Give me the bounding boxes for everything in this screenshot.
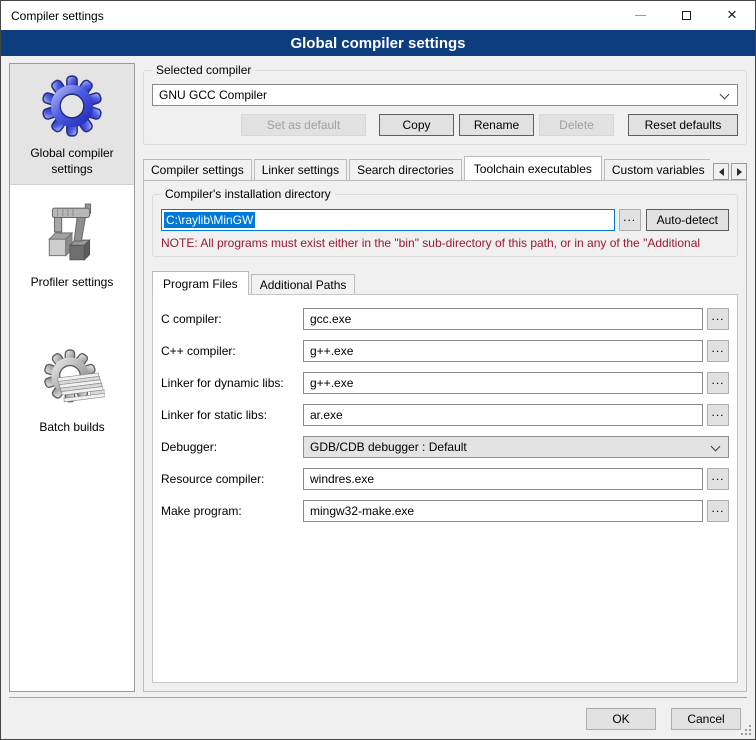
selected-compiler-group: Selected compiler GNU GCC Compiler Set a… (143, 70, 747, 145)
chevron-down-icon (720, 90, 730, 100)
compiler-settings-dialog: Compiler settings × Global compiler sett… (0, 0, 756, 740)
program-files-page: C compiler: gcc.exe ... C++ compiler: g+… (152, 294, 738, 683)
chevron-down-icon (711, 442, 721, 452)
sidebar-item-label: Batch builds (39, 420, 104, 436)
close-button[interactable]: × (709, 1, 755, 30)
sidebar-item-label: Profiler settings (31, 275, 114, 291)
main-panel: Selected compiler GNU GCC Compiler Set a… (143, 63, 747, 692)
compiler-select-value: GNU GCC Compiler (159, 88, 267, 102)
ok-button[interactable]: OK (586, 708, 656, 730)
installation-directory-browse-button[interactable]: ... (619, 209, 641, 231)
arrow-right-icon (737, 168, 742, 176)
program-field-label: Debugger: (161, 440, 303, 454)
tab-search-directories[interactable]: Search directories (349, 159, 462, 180)
settings-category-list: Global compiler settings Profiler settin… (9, 63, 135, 692)
program-field-label: C compiler: (161, 312, 303, 326)
installation-directory-label: Compiler's installation directory (161, 187, 335, 201)
tab-scroll-right-button[interactable] (731, 163, 747, 180)
program-field-row: Linker for dynamic libs: g++.exe ... (161, 372, 729, 394)
tab-custom-variables[interactable]: Custom variables (604, 159, 710, 180)
arrow-left-icon (719, 168, 724, 176)
settings-tabs: Compiler settingsLinker settingsSearch d… (143, 156, 710, 180)
program-field-browse-button[interactable]: ... (707, 468, 729, 490)
program-field-label: Linker for static libs: (161, 408, 303, 422)
program-field-label: Resource compiler: (161, 472, 303, 486)
program-field-browse-button[interactable]: ... (707, 372, 729, 394)
program-field-row: Resource compiler: windres.exe ... (161, 468, 729, 490)
dialog-banner: Global compiler settings (1, 30, 755, 56)
program-field-browse-button[interactable]: ... (707, 308, 729, 330)
program-field-label: Linker for dynamic libs: (161, 376, 303, 390)
selected-compiler-label: Selected compiler (152, 63, 255, 77)
debugger-select[interactable]: GDB/CDB debugger : Default (303, 436, 729, 458)
installation-directory-input[interactable]: C:\raylib\MinGW (161, 209, 615, 231)
program-field-label: Make program: (161, 504, 303, 518)
profiler-icon (39, 202, 105, 268)
set-as-default-button[interactable]: Set as default (241, 114, 366, 136)
auto-detect-button[interactable]: Auto-detect (646, 209, 729, 231)
resize-grip[interactable] (739, 723, 753, 737)
make-program-input[interactable]: mingw32-make.exe (303, 500, 703, 522)
program-field-row: C compiler: gcc.exe ... (161, 308, 729, 330)
maximize-button[interactable] (663, 1, 709, 30)
tab-scroll-left-button[interactable] (713, 163, 729, 180)
program-field-row: Make program: mingw32-make.exe ... (161, 500, 729, 522)
compiler-select[interactable]: GNU GCC Compiler (152, 84, 738, 106)
tab-linker-settings[interactable]: Linker settings (254, 159, 347, 180)
cancel-button[interactable]: Cancel (671, 708, 741, 730)
programs-subtabstrip: Program FilesAdditional Paths (152, 270, 738, 294)
program-field-browse-button[interactable]: ... (707, 500, 729, 522)
footer: OK Cancel (1, 698, 755, 739)
tab-compiler-settings[interactable]: Compiler settings (143, 159, 252, 180)
tab-scroll-arrows (713, 163, 747, 180)
program-field-browse-button[interactable]: ... (707, 404, 729, 426)
c-compiler-input[interactable]: g++.exe (303, 340, 703, 362)
titlebar: Compiler settings × (1, 1, 755, 30)
program-field-value: GDB/CDB debugger : Default (310, 440, 467, 454)
sidebar-item-profiler-settings[interactable]: Profiler settings (10, 193, 134, 298)
subtab-additional-paths[interactable]: Additional Paths (251, 274, 356, 294)
program-field-row: C++ compiler: g++.exe ... (161, 340, 729, 362)
sidebar-item-global-compiler-settings[interactable]: Global compiler settings (10, 64, 134, 185)
linker-for-static-libs-input[interactable]: ar.exe (303, 404, 703, 426)
subtab-program-files[interactable]: Program Files (152, 271, 249, 295)
minimize-button[interactable] (617, 1, 663, 30)
delete-button[interactable]: Delete (539, 114, 614, 136)
sidebar-item-label: Global compiler settings (13, 146, 131, 177)
program-field-browse-button[interactable]: ... (707, 340, 729, 362)
caption-buttons: × (617, 1, 755, 30)
installation-directory-value: C:\raylib\MinGW (164, 212, 255, 228)
linker-for-dynamic-libs-input[interactable]: g++.exe (303, 372, 703, 394)
window-title: Compiler settings (1, 9, 617, 23)
program-field-label: C++ compiler: (161, 344, 303, 358)
resource-compiler-input[interactable]: windres.exe (303, 468, 703, 490)
sidebar-item-batch-builds[interactable]: Batch builds (10, 338, 134, 443)
close-icon: × (727, 6, 737, 23)
installation-directory-note: NOTE: All programs must exist either in … (161, 236, 729, 250)
installation-directory-group: Compiler's installation directory C:\ray… (152, 194, 738, 257)
settings-tabstrip: Compiler settingsLinker settingsSearch d… (143, 155, 747, 180)
tab-toolchain-executables[interactable]: Toolchain executables (464, 156, 602, 180)
batch-builds-icon (39, 347, 105, 413)
program-field-row: Linker for static libs: ar.exe ... (161, 404, 729, 426)
c-compiler-input[interactable]: gcc.exe (303, 308, 703, 330)
dialog-body: Global compiler settings Profiler settin… (1, 56, 755, 697)
rename-button[interactable]: Rename (459, 114, 534, 136)
toolchain-executables-page: Compiler's installation directory C:\ray… (143, 180, 747, 692)
compiler-actions: Set as default CopyRenameDelete Reset defa… (152, 114, 738, 136)
maximize-icon (682, 11, 691, 20)
program-field-row: Debugger: GDB/CDB debugger : Default (161, 436, 729, 458)
gear-blue-icon (39, 73, 105, 139)
minimize-icon (635, 15, 646, 16)
copy-button[interactable]: Copy (379, 114, 454, 136)
installation-directory-row: C:\raylib\MinGW ... Auto-detect (161, 209, 729, 231)
reset-defaults-button[interactable]: Reset defaults (628, 114, 738, 136)
